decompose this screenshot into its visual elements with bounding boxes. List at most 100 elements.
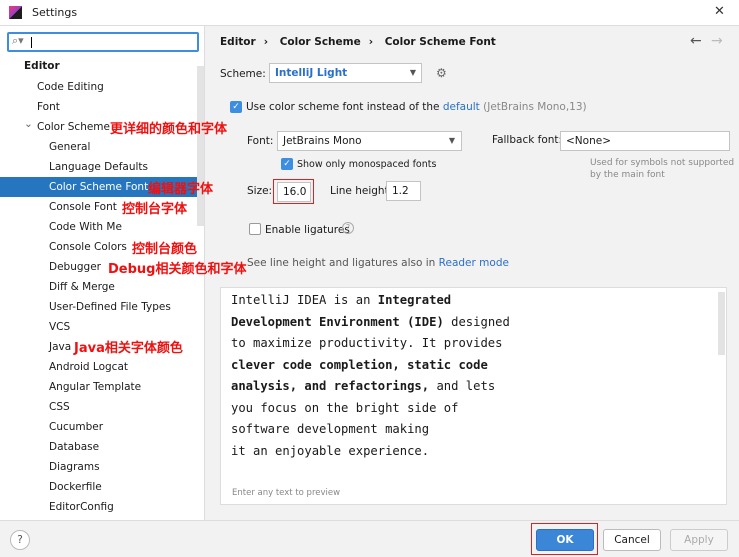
monospaced-checkbox[interactable]: ✓ bbox=[281, 158, 293, 170]
font-label: Font: bbox=[247, 135, 274, 147]
scheme-value: IntelliJ Light bbox=[275, 67, 348, 79]
search-input[interactable]: ⌕▾ bbox=[7, 32, 199, 52]
line-height-label: Line height: bbox=[330, 185, 393, 197]
annotation-label: 编辑器字体 bbox=[148, 182, 214, 197]
gear-icon[interactable]: ⚙ bbox=[436, 66, 447, 80]
sidebar-item-label: Color Scheme bbox=[37, 121, 110, 133]
fallback-font-label: Fallback font: bbox=[492, 134, 563, 146]
app-logo-icon bbox=[9, 6, 22, 19]
preview-text: IntelliJ IDEA is an bbox=[231, 293, 378, 307]
preview-line: analysis, and refactorings, and lets bbox=[231, 379, 495, 393]
sidebar-item-label: User-Defined File Types bbox=[49, 301, 171, 313]
annotation-label: Debug相关颜色和字体 bbox=[108, 262, 247, 277]
sidebar-item[interactable]: Code Editing bbox=[0, 77, 197, 97]
preview-text: analysis, and refactorings, bbox=[231, 379, 430, 393]
apply-button[interactable]: Apply bbox=[670, 529, 728, 551]
chevron-down-icon: ▼ bbox=[409, 68, 416, 77]
fallback-hint-2: by the main font bbox=[590, 170, 665, 180]
annotation-label: Java相关字体颜色 bbox=[74, 341, 183, 356]
annotation-label: 控制台字体 bbox=[122, 202, 188, 217]
ligatures-checkbox[interactable] bbox=[249, 223, 261, 235]
fallback-font-value: <None> bbox=[566, 135, 611, 147]
sidebar-item[interactable]: CSS bbox=[0, 397, 197, 417]
annotation-label: 控制台颜色 bbox=[132, 242, 198, 257]
sidebar-section-editor[interactable]: Editor bbox=[24, 60, 60, 72]
sidebar-item[interactable]: General bbox=[0, 137, 197, 157]
preview-text: software development making bbox=[231, 422, 430, 436]
chevron-down-icon[interactable]: ⌄ bbox=[24, 114, 33, 134]
sidebar-item[interactable]: Dockerfile bbox=[0, 477, 197, 497]
help-button[interactable]: ? bbox=[10, 530, 30, 550]
sidebar-item-label: Code Editing bbox=[37, 81, 104, 93]
help-icon[interactable]: ? bbox=[342, 222, 354, 234]
sidebar-item[interactable]: Cucumber bbox=[0, 417, 197, 437]
close-icon[interactable]: ✕ bbox=[714, 4, 725, 19]
sidebar-item-label: Database bbox=[49, 441, 100, 453]
preview-text: clever code completion, static code bbox=[231, 357, 488, 372]
sidebar-item-label: Language Defaults bbox=[49, 161, 148, 173]
sidebar-item[interactable]: Diagrams bbox=[0, 457, 197, 477]
back-arrow-icon[interactable]: ← bbox=[690, 33, 702, 49]
forward-arrow-icon[interactable]: → bbox=[711, 33, 723, 49]
preview-text: and lets bbox=[429, 379, 496, 393]
sidebar-item-label: Android Logcat bbox=[49, 361, 129, 373]
sidebar-item-label: VCS bbox=[49, 321, 71, 333]
default-font-hint: (JetBrains Mono,13) bbox=[483, 101, 587, 113]
sidebar-item[interactable]: User-Defined File Types bbox=[0, 297, 197, 317]
reader-mode-text: See line height and ligatures also in bbox=[247, 257, 436, 269]
preview-line: IntelliJ IDEA is an Integrated bbox=[231, 293, 451, 307]
ok-button[interactable]: OK bbox=[536, 529, 594, 551]
sidebar-item[interactable]: Database bbox=[0, 437, 197, 457]
sidebar-item-label: Font bbox=[37, 101, 60, 113]
sidebar-item[interactable]: Diff & Merge bbox=[0, 277, 197, 297]
preview-text: Development Environment (IDE) bbox=[231, 314, 444, 329]
chevron-down-icon: ▼ bbox=[448, 136, 455, 145]
sidebar-item[interactable]: Angular Template bbox=[0, 377, 197, 397]
breadcrumb-item[interactable]: Color Scheme bbox=[280, 36, 361, 48]
sidebar-item[interactable]: Code With Me bbox=[0, 217, 197, 237]
breadcrumb-item[interactable]: Editor bbox=[220, 36, 256, 48]
sidebar-item[interactable]: VCS bbox=[0, 317, 197, 337]
sidebar-item-label: Debugger bbox=[49, 261, 101, 273]
line-height-value: 1.2 bbox=[392, 185, 409, 197]
size-label: Size: bbox=[247, 185, 273, 197]
text-cursor bbox=[31, 37, 32, 48]
preview-line: you focus on the bright side of bbox=[231, 401, 458, 415]
sidebar-item-label: EditorConfig bbox=[49, 501, 114, 513]
sidebar-scrollbar[interactable] bbox=[197, 66, 204, 226]
sidebar-item-label: Dockerfile bbox=[49, 481, 102, 493]
use-scheme-font-label: Use color scheme font instead of the bbox=[246, 101, 440, 113]
line-height-input[interactable]: 1.2 bbox=[386, 181, 421, 201]
preview-line: it an enjoyable experience. bbox=[231, 444, 429, 458]
sidebar-item[interactable]: Android Logcat bbox=[0, 357, 197, 377]
sidebar-item-label: Angular Template bbox=[49, 381, 142, 393]
preview-line: Development Environment (IDE) designed bbox=[231, 315, 510, 329]
sidebar-item-label: Color Scheme Font bbox=[49, 181, 149, 193]
sidebar-item-label: Diff & Merge bbox=[49, 281, 115, 293]
use-scheme-font-checkbox[interactable]: ✓ bbox=[230, 101, 242, 113]
size-input[interactable]: 16.0 bbox=[277, 182, 311, 202]
font-dropdown[interactable]: JetBrains Mono ▼ bbox=[277, 131, 462, 151]
default-font-link[interactable]: default bbox=[443, 101, 480, 113]
preview-line: clever code completion, static code bbox=[231, 358, 488, 372]
sidebar-item-label: Console Font bbox=[49, 201, 117, 213]
preview-text: it an enjoyable experience. bbox=[231, 443, 430, 458]
font-preview-editor[interactable]: IntelliJ IDEA is an Integrated Developmen… bbox=[220, 287, 727, 505]
preview-line: to maximize productivity. It provides bbox=[231, 336, 503, 350]
fallback-hint-1: Used for symbols not supported bbox=[590, 158, 735, 168]
sidebar-item[interactable]: EditorConfig bbox=[0, 497, 197, 517]
reader-mode-link[interactable]: Reader mode bbox=[439, 257, 509, 269]
breadcrumb: Editor › Color Scheme › Color Scheme Font bbox=[220, 36, 496, 48]
sidebar-item-label: Java bbox=[49, 341, 72, 353]
scheme-label: Scheme: bbox=[220, 68, 266, 80]
window-title: Settings bbox=[32, 6, 78, 19]
fallback-font-dropdown[interactable]: <None> bbox=[560, 131, 730, 151]
preview-text: you focus on the bright side of bbox=[231, 400, 459, 415]
sidebar-item-label: Code With Me bbox=[49, 221, 122, 233]
preview-text: to maximize productivity. It provides bbox=[231, 336, 503, 350]
preview-scrollbar[interactable] bbox=[718, 292, 725, 355]
scheme-dropdown[interactable]: IntelliJ Light ▼ bbox=[269, 63, 422, 83]
cancel-button[interactable]: Cancel bbox=[603, 529, 661, 551]
sidebar-item[interactable]: Language Defaults bbox=[0, 157, 197, 177]
sidebar-item-label: Console Colors bbox=[49, 241, 127, 253]
